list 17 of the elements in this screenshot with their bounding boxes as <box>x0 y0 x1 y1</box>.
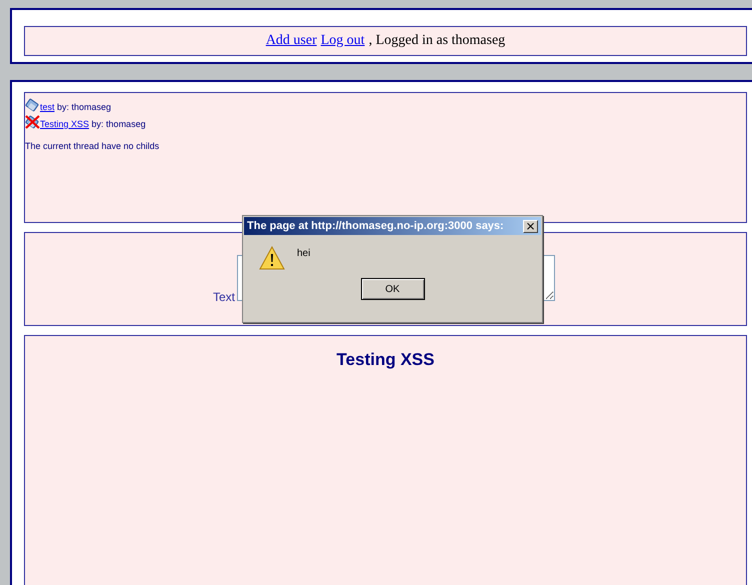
warning-icon <box>259 246 285 270</box>
dialog-message: hei <box>297 247 310 259</box>
thread-note: The current thread have no childs <box>25 141 160 151</box>
thread-author: by: thomaseg <box>57 102 112 112</box>
dialog-title: The page at http://thomaseg.no-ip.org:3000 says: <box>247 220 504 232</box>
thread-link[interactable]: Testing XSS <box>40 119 90 129</box>
login-status: , Logged in as thomaseg <box>368 33 506 49</box>
document-icon <box>25 98 40 112</box>
header-link[interactable]: Add user <box>266 33 317 49</box>
close-button[interactable]: × <box>523 220 538 232</box>
thread-author: by: thomaseg <box>92 119 146 129</box>
delete-icon <box>25 115 40 129</box>
field-label: Text <box>213 290 236 304</box>
post-title: Testing XSS <box>336 350 434 371</box>
ok-button[interactable]: OK <box>360 278 424 300</box>
thread-link[interactable]: test <box>40 102 55 112</box>
header-link[interactable]: Log out <box>320 33 365 49</box>
